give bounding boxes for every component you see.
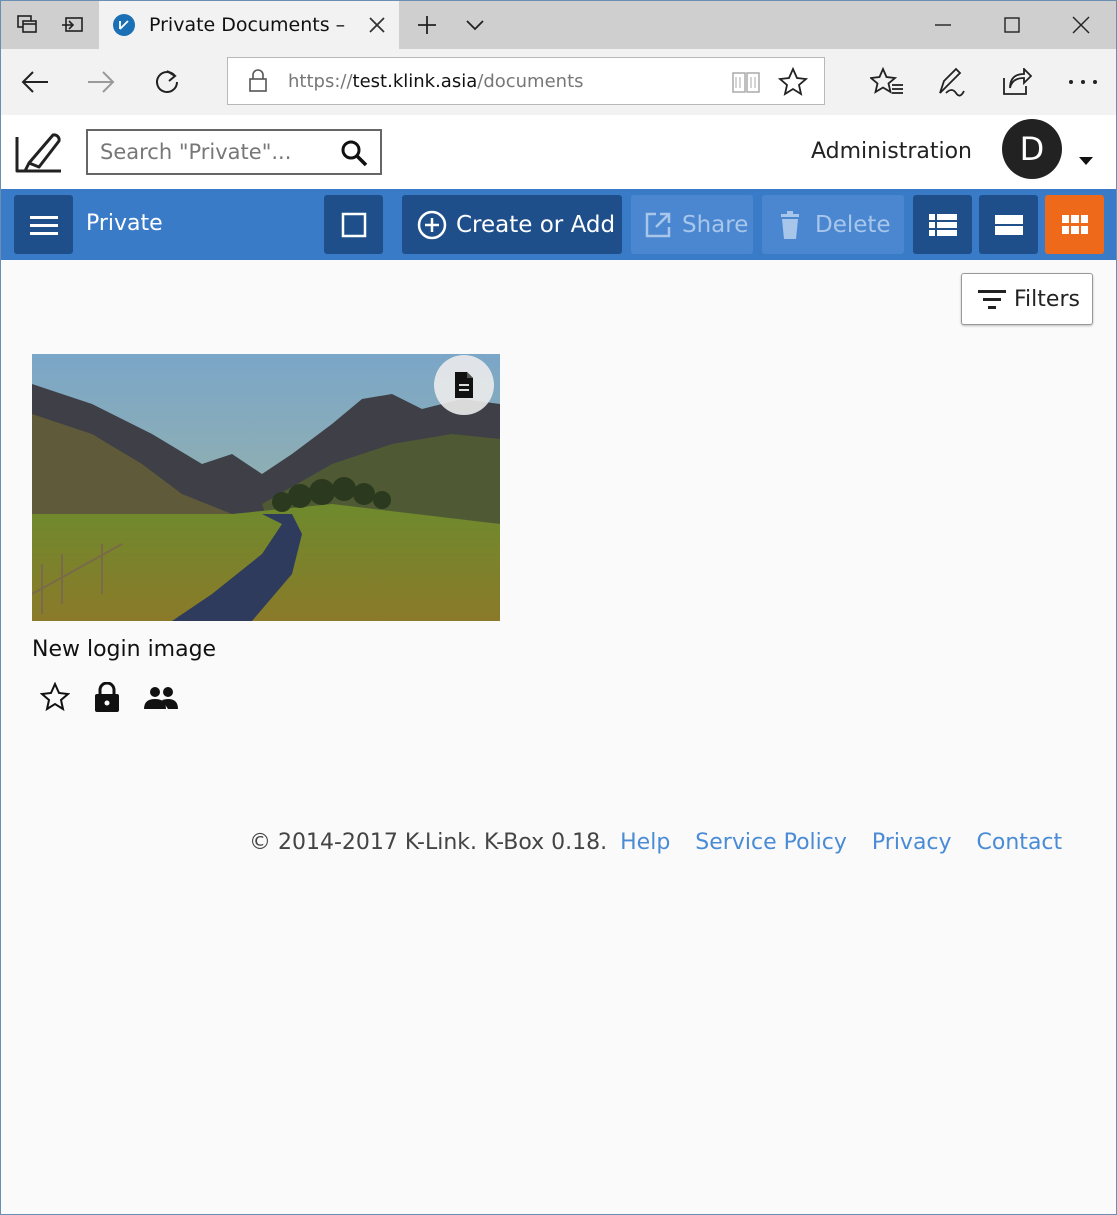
tab-actions-icon[interactable] xyxy=(9,1,45,49)
copyright-text: © 2014-2017 K-Link. K-Box 0.18. xyxy=(249,830,608,855)
filter-list-icon xyxy=(978,290,1006,309)
user-menu-caret-icon[interactable] xyxy=(1079,157,1093,165)
search-input[interactable] xyxy=(100,140,330,164)
filters-label: Filters xyxy=(1014,286,1080,312)
open-in-new-icon xyxy=(645,212,671,237)
document-actions xyxy=(32,681,500,716)
tab-strip: Private Documents – K- xyxy=(1,1,1116,49)
share-button[interactable]: Share xyxy=(631,195,753,254)
browser-nav-bar: https://test.klink.asia/documents xyxy=(1,49,1116,115)
delete-label: Delete xyxy=(815,211,891,238)
close-window-icon[interactable] xyxy=(1063,1,1099,49)
document-toolbar: Private Create or Add Share Delete xyxy=(1,189,1116,260)
checkbox-icon xyxy=(341,212,366,237)
grid-view-button[interactable] xyxy=(1045,195,1104,254)
new-tab-icon[interactable] xyxy=(409,1,445,49)
landscape-thumbnail-image xyxy=(32,354,500,621)
select-all-checkbox[interactable] xyxy=(324,195,383,254)
set-aside-tabs-icon[interactable] xyxy=(55,1,91,49)
close-tab-icon[interactable] xyxy=(367,15,387,35)
help-link[interactable]: Help xyxy=(620,830,670,855)
grid-view-icon xyxy=(1061,214,1088,234)
filters-button[interactable]: Filters xyxy=(961,273,1093,325)
lock-icon xyxy=(248,69,268,97)
browser-tab[interactable]: Private Documents – K- xyxy=(99,1,399,49)
section-title: Private xyxy=(86,211,163,236)
lock-icon xyxy=(94,681,120,716)
search-box xyxy=(86,129,382,175)
tab-preview-chevron-icon[interactable] xyxy=(457,1,493,49)
create-or-add-label: Create or Add xyxy=(456,211,616,238)
document-thumbnail[interactable] xyxy=(32,354,500,621)
menu-icon xyxy=(29,215,58,235)
address-bar[interactable]: https://test.klink.asia/documents xyxy=(227,57,825,105)
favorites-hub-icon[interactable] xyxy=(867,62,907,102)
web-notes-pen-icon[interactable] xyxy=(931,62,971,102)
add-circle-icon xyxy=(417,210,447,239)
browser-window: Private Documents – K- https://test.klin… xyxy=(0,0,1117,1215)
service-policy-link[interactable]: Service Policy xyxy=(695,830,847,855)
document-title[interactable]: New login image xyxy=(32,637,500,662)
maximize-icon[interactable] xyxy=(994,1,1030,49)
back-arrow-icon[interactable] xyxy=(15,62,55,102)
share-label: Share xyxy=(682,211,749,238)
url-text: https://test.klink.asia/documents xyxy=(288,71,584,92)
minimize-icon[interactable] xyxy=(925,1,961,49)
page-footer: © 2014-2017 K-Link. K-Box 0.18. Help Ser… xyxy=(249,830,1062,855)
administration-link[interactable]: Administration xyxy=(811,139,972,164)
privacy-link[interactable]: Privacy xyxy=(872,830,952,855)
forward-arrow-icon[interactable] xyxy=(81,62,121,102)
details-view-button[interactable] xyxy=(913,195,972,254)
cards-view-button[interactable] xyxy=(979,195,1038,254)
stream-view-icon xyxy=(994,214,1023,235)
create-or-add-button[interactable]: Create or Add xyxy=(402,195,622,254)
klink-logo-icon[interactable] xyxy=(13,123,65,175)
search-icon[interactable] xyxy=(340,139,368,167)
trash-icon xyxy=(781,210,799,239)
site-header: Administration D xyxy=(1,115,1116,189)
star-outline-icon[interactable] xyxy=(39,681,71,716)
document-type-icon xyxy=(434,355,494,415)
people-icon xyxy=(144,685,178,713)
klink-favicon-icon xyxy=(113,14,135,36)
more-options-icon[interactable] xyxy=(1063,62,1103,102)
contact-link[interactable]: Contact xyxy=(977,830,1063,855)
delete-button[interactable]: Delete xyxy=(762,195,904,254)
list-view-icon xyxy=(928,213,957,236)
document-card[interactable]: New login image xyxy=(32,354,500,716)
reading-view-icon[interactable] xyxy=(731,69,761,99)
refresh-icon[interactable] xyxy=(147,62,187,102)
avatar[interactable]: D xyxy=(1002,119,1062,179)
share-icon[interactable] xyxy=(997,62,1037,102)
favorite-star-icon[interactable] xyxy=(777,66,809,101)
hamburger-menu-button[interactable] xyxy=(14,195,73,254)
tab-title: Private Documents – K- xyxy=(149,14,349,36)
